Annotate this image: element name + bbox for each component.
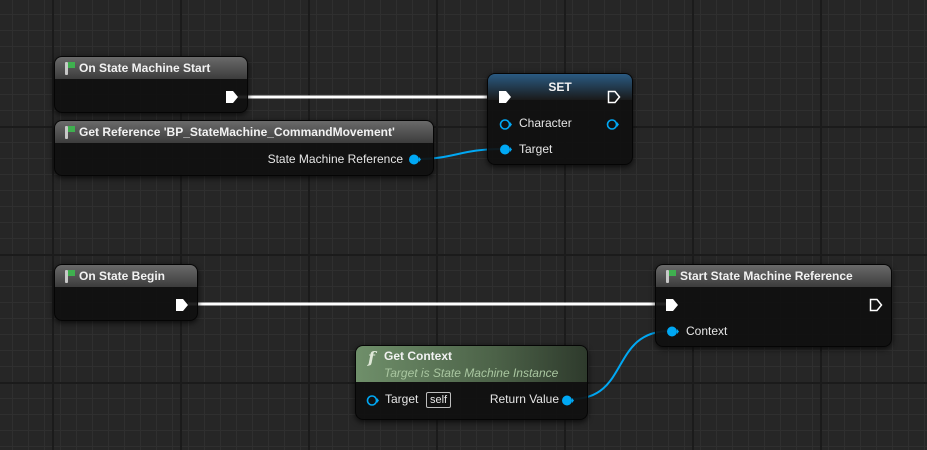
node-subtitle: Target is State Machine Instance	[384, 366, 559, 380]
exec-out-pin[interactable]	[225, 90, 239, 104]
get-context-node[interactable]: f Get Context Target is State Machine In…	[355, 345, 588, 420]
function-f-icon: f	[368, 348, 375, 367]
character-in-pin[interactable]	[499, 118, 512, 131]
self-default-value[interactable]: self	[426, 392, 452, 408]
node-title: On State Begin	[79, 269, 166, 283]
event-node-icon	[63, 61, 75, 75]
target-label: Target	[519, 142, 553, 156]
on-state-machine-start-node[interactable]: On State Machine Start	[54, 56, 248, 113]
object-out-pin[interactable]	[408, 153, 421, 166]
context-in-pin[interactable]	[666, 325, 679, 338]
character-label: Character	[519, 116, 572, 130]
on-state-begin-node[interactable]: On State Begin	[54, 264, 198, 321]
exec-out-pin[interactable]	[607, 90, 621, 104]
node-header: Get Reference 'BP_StateMachine_CommandMo…	[55, 121, 433, 143]
event-node-icon	[664, 269, 676, 283]
event-node-icon	[63, 125, 75, 139]
node-title: On State Machine Start	[79, 61, 211, 75]
exec-out-pin[interactable]	[175, 298, 189, 312]
function-header: f Get Context Target is State Machine In…	[356, 346, 587, 382]
start-state-machine-reference-node[interactable]: Start State Machine Reference Context	[655, 264, 892, 347]
set-node[interactable]: SET Character Target	[487, 73, 633, 165]
node-header: Start State Machine Reference	[656, 265, 891, 287]
exec-out-pin[interactable]	[869, 298, 883, 312]
node-title: Get Reference 'BP_StateMachine_CommandMo…	[79, 125, 395, 139]
node-header: On State Machine Start	[55, 57, 247, 79]
state-machine-reference-label: State Machine Reference	[267, 152, 403, 166]
return-value-out-pin[interactable]	[561, 394, 574, 407]
target-label: Target	[385, 392, 419, 406]
node-title: Get Context	[384, 349, 453, 363]
get-reference-node[interactable]: Get Reference 'BP_StateMachine_CommandMo…	[54, 120, 434, 176]
node-header: On State Begin	[55, 265, 197, 287]
context-label: Context	[686, 324, 728, 338]
event-node-icon	[63, 269, 75, 283]
exec-in-pin[interactable]	[498, 90, 512, 104]
exec-in-pin[interactable]	[665, 298, 679, 312]
target-in-pin[interactable]	[499, 143, 512, 156]
node-title: Start State Machine Reference	[680, 269, 853, 283]
return-value-label: Return Value	[489, 392, 559, 406]
character-out-pin[interactable]	[606, 118, 619, 131]
target-in-pin[interactable]	[366, 394, 379, 407]
